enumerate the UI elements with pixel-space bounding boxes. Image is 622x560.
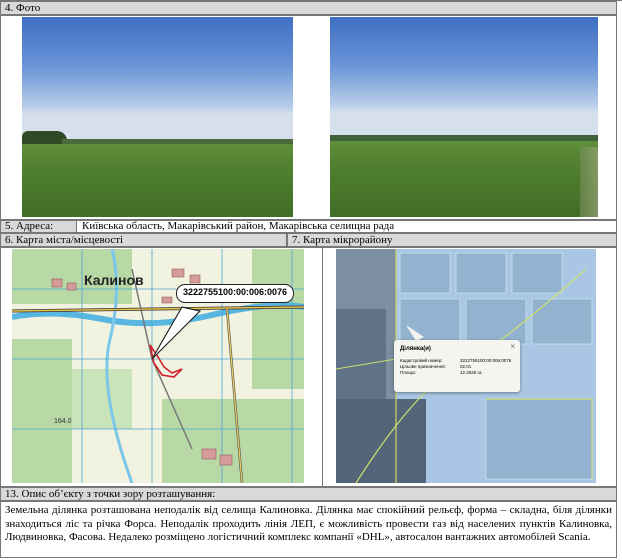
popup-row-cadastral: Кадастровий номер: 3222755100:00:006:007… — [400, 358, 512, 363]
section-header-micro-map: 7. Карта мікрорайону — [287, 233, 617, 247]
map-divider — [322, 247, 323, 487]
section-header-description: 13. Опис об’єкту з точки зору розташуван… — [0, 487, 617, 501]
elevation-label: 164.0 — [54, 418, 72, 425]
cadastral-callout: 3222755100:00:006:0076 — [176, 284, 294, 303]
section-header-photo-label: 4. Фото — [5, 2, 41, 14]
location-description: Земельна ділянка розташована неподалік в… — [0, 501, 617, 558]
popup-close-icon[interactable]: × — [510, 342, 515, 351]
popup-row-purpose: Цільове призначення: 02.01 — [400, 364, 472, 369]
popup-title: Ділянка(и) — [400, 346, 431, 352]
address-value: Київська область, Макарівський район, Ма… — [82, 220, 395, 232]
section-header-city-map-label: 6. Карта міста/місцевості — [5, 234, 124, 246]
field-photo-left — [22, 17, 293, 217]
section-header-photo: 4. Фото — [0, 1, 617, 15]
town-label: Калинов — [84, 272, 144, 288]
address-label-cell: 5. Адреса: — [0, 220, 77, 233]
section-header-city-map: 6. Карта міста/місцевості — [0, 233, 287, 247]
parcel-info-popup: × Ділянка(и) Кадастровий номер: 32227551… — [394, 340, 520, 392]
field-photo-right — [330, 17, 598, 217]
popup-row-area: Площа: 12.2625 га — [400, 370, 482, 375]
address-label: 5. Адреса: — [5, 220, 54, 232]
section-header-description-label: 13. Опис об’єкту з точки зору розташуван… — [5, 488, 216, 500]
section-header-micro-map-label: 7. Карта мікрорайону — [292, 234, 393, 246]
